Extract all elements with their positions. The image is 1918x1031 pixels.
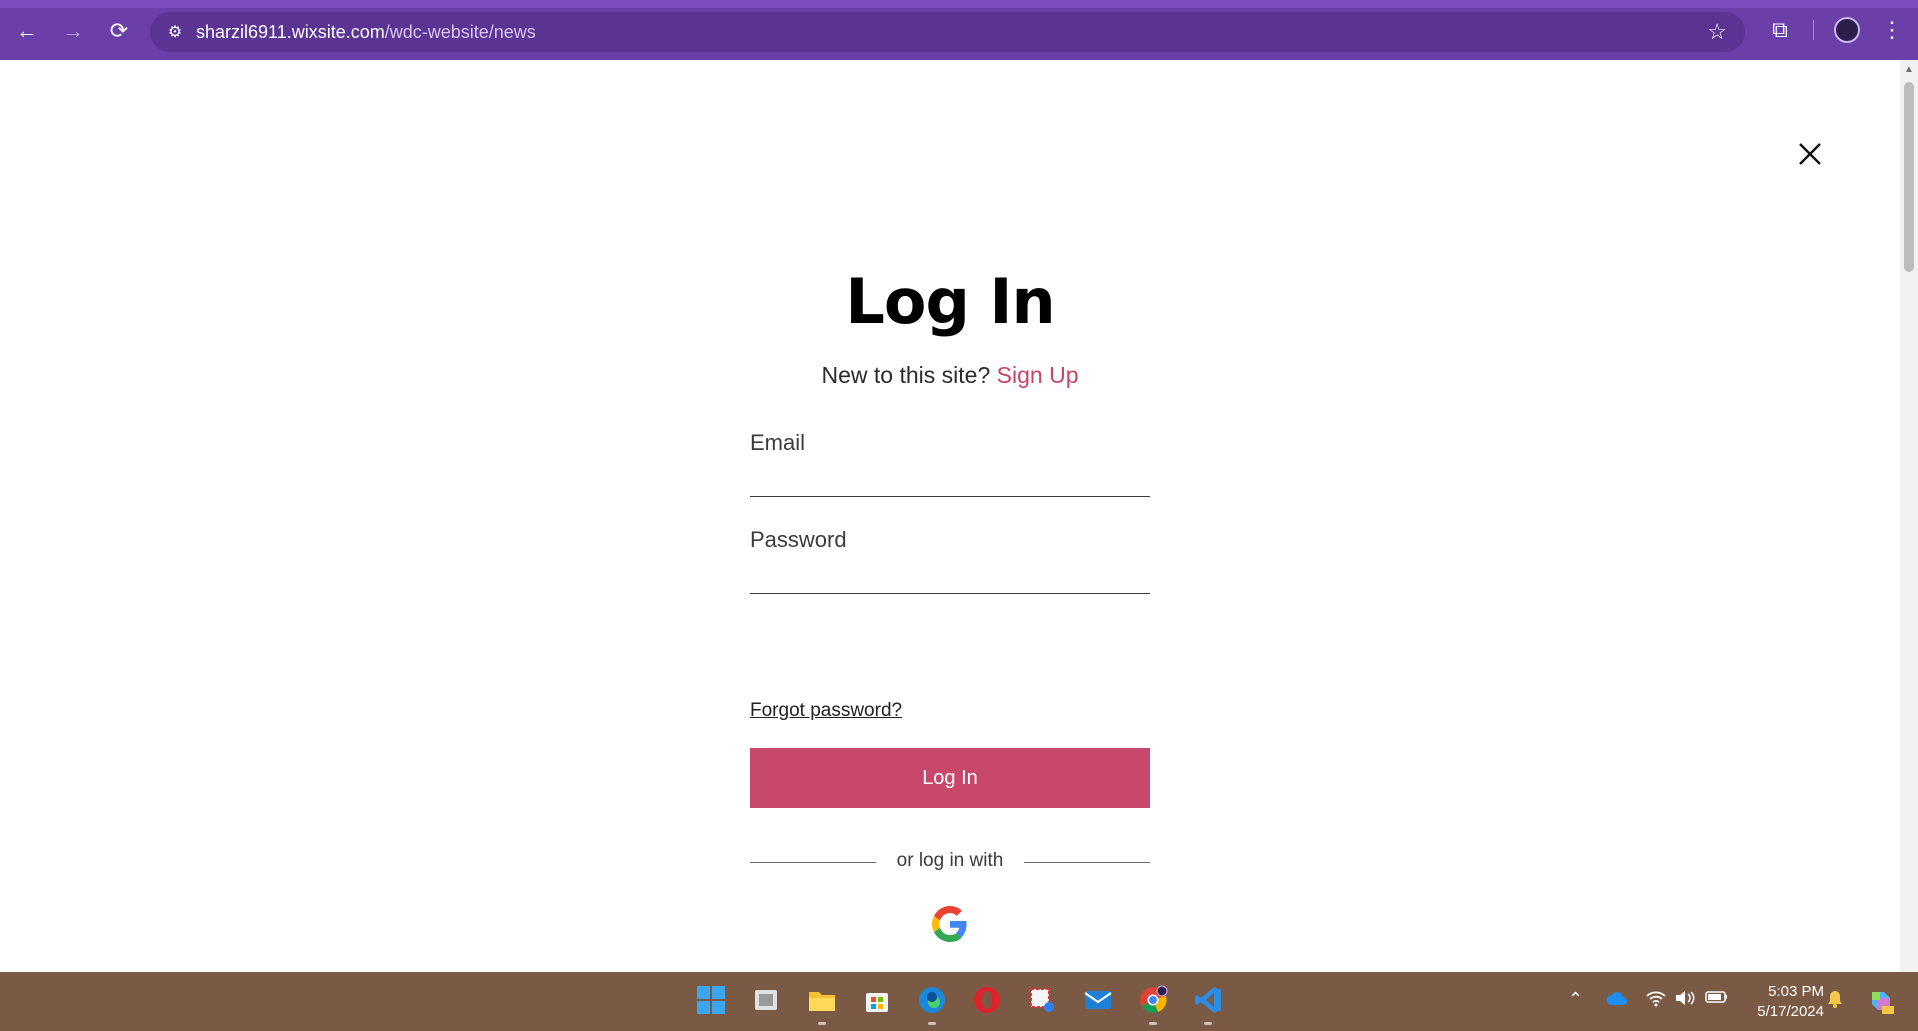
mail-icon[interactable] <box>1080 982 1116 1018</box>
url-path: /wdc-website/news <box>384 22 536 42</box>
back-button[interactable]: ← <box>12 16 42 46</box>
tab-strip <box>0 0 1918 8</box>
edge-running-indicator <box>928 1022 936 1025</box>
reload-button[interactable]: ⟳ <box>104 16 134 46</box>
wifi-icon[interactable] <box>1645 989 1667 1012</box>
forward-icon: → <box>62 18 84 43</box>
or-log-in-with-text: or log in with <box>896 850 1004 871</box>
menu-glyph: ⋮ <box>1881 17 1903 42</box>
start-icon[interactable] <box>693 982 729 1018</box>
scrollbar-thumb[interactable] <box>1904 82 1914 272</box>
url-text[interactable]: sharzil6911.wixsite.com/wdc-website/news <box>196 22 536 43</box>
copilot-icon[interactable] <box>1866 986 1896 1021</box>
profile-avatar[interactable] <box>1834 17 1860 43</box>
reload-icon: ⟳ <box>109 18 129 43</box>
bookmark-glyph: ☆ <box>1707 19 1727 44</box>
windows-taskbar: ⌃ 5:03 PM 5/17/2024 <box>0 972 1918 1031</box>
vscode-icon[interactable] <box>1190 982 1226 1018</box>
mail-glyph <box>1084 991 1112 1009</box>
onedrive-icon[interactable] <box>1605 991 1629 1012</box>
site-info-glyph: ⚙ <box>167 24 183 41</box>
store-icon[interactable] <box>859 982 895 1018</box>
task-view-glyph <box>755 990 777 1010</box>
email-label: Email <box>750 430 806 455</box>
toolbar-divider <box>1813 20 1814 40</box>
clock-date: 5/17/2024 <box>1757 1003 1824 1020</box>
page-title: Log In <box>845 265 1055 338</box>
site-info-icon[interactable]: ⚙ <box>164 21 186 43</box>
file-explorer-running-indicator <box>818 1022 826 1025</box>
extensions-icon[interactable]: ⧉ <box>1764 14 1796 46</box>
snipping-glyph <box>1030 988 1054 1012</box>
signup-prompt: New to this site? Sign Up <box>0 362 1900 389</box>
browser-menu-icon[interactable]: ⋮ <box>1880 14 1904 46</box>
browser-toolbar: ← → ⟳ ⚙ sharzil6911.wixsite.com/wdc-webs… <box>0 0 1918 60</box>
cloud-glyph <box>1606 992 1627 1005</box>
login-page: Log In New to this site? Sign Up Email P… <box>0 60 1900 972</box>
clock-time: 5:03 PM <box>1768 983 1824 1000</box>
edge-icon[interactable] <box>914 982 950 1018</box>
speaker-glyph <box>1676 991 1695 1005</box>
password-label: Password <box>750 527 847 552</box>
battery-icon[interactable] <box>1705 989 1729 1010</box>
google-login-icon[interactable] <box>932 906 968 942</box>
password-field[interactable] <box>750 559 1150 594</box>
social-divider: or log in with <box>750 850 1150 874</box>
volume-icon[interactable] <box>1674 989 1696 1012</box>
forgot-password-link[interactable]: Forgot password? <box>750 700 902 722</box>
show-hidden-icons-chevron-icon[interactable]: ⌃ <box>1568 989 1583 1010</box>
folder-glyph <box>809 992 835 1011</box>
chrome-glyph <box>1140 985 1168 1013</box>
copilot-glyph <box>1872 992 1894 1014</box>
bookmark-star-icon[interactable]: ☆ <box>1707 19 1727 45</box>
chrome-running-indicator <box>1149 1022 1157 1025</box>
new-to-site-text: New to this site? <box>821 362 991 388</box>
task-view-icon[interactable] <box>748 982 784 1018</box>
sign-up-link[interactable]: Sign Up <box>997 362 1079 388</box>
address-bar[interactable]: ⚙ sharzil6911.wixsite.com/wdc-website/ne… <box>150 12 1745 52</box>
vscode-glyph <box>1195 987 1221 1013</box>
forward-button[interactable]: → <box>58 16 88 46</box>
chrome-icon[interactable] <box>1135 982 1171 1018</box>
scroll-up-icon[interactable]: ▲ <box>1904 64 1914 75</box>
vscode-running-indicator <box>1204 1022 1212 1025</box>
page-scrollbar[interactable]: ▲ <box>1900 60 1918 972</box>
login-form: Email Password <box>750 430 1150 594</box>
divider-line-right <box>1024 862 1150 863</box>
file-explorer-icon[interactable] <box>804 982 840 1018</box>
notification-bell-icon[interactable] <box>1826 989 1844 1014</box>
system-clock[interactable]: 5:03 PM 5/17/2024 <box>1740 982 1824 1022</box>
opera-glyph <box>974 987 1000 1013</box>
back-icon: ← <box>16 18 38 43</box>
battery-glyph <box>1705 991 1727 1003</box>
close-icon[interactable] <box>1792 136 1828 172</box>
opera-icon[interactable] <box>969 982 1005 1018</box>
email-field[interactable] <box>750 462 1150 497</box>
wifi-glyph <box>1646 991 1666 1007</box>
bell-glyph <box>1828 991 1842 1008</box>
edge-glyph <box>919 987 945 1013</box>
store-glyph <box>866 993 888 1012</box>
snipping-tool-icon[interactable] <box>1024 982 1060 1018</box>
windows-logo-icon <box>697 986 725 1014</box>
extensions-glyph: ⧉ <box>1772 17 1788 42</box>
login-button[interactable]: Log In <box>750 748 1150 808</box>
url-domain: sharzil6911.wixsite.com <box>196 22 385 42</box>
